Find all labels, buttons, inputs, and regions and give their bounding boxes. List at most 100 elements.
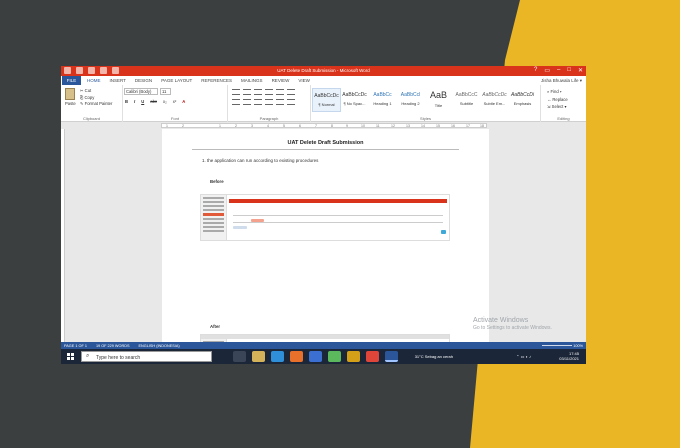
search-placeholder: Type here to search (96, 354, 141, 361)
clipboard-group: Paste ✂ Cut ⎘ Copy ✎ Format Painter Clip… (61, 85, 123, 122)
app-icon[interactable] (328, 351, 341, 362)
select-button[interactable]: ⇲ Select ▾ (547, 103, 568, 111)
font-group-label: Font (170, 116, 179, 121)
word-status-bar: PAGE 1 OF 1 19 OF 229 WORDS ENGLISH (IND… (61, 342, 586, 349)
numbering-icon[interactable] (243, 89, 251, 95)
style-emphasis[interactable]: AaBbCcDi Emphasis (508, 88, 537, 112)
vertical-ruler[interactable] (61, 129, 65, 342)
style-heading-1[interactable]: AaBbCc Heading 1 (368, 88, 397, 112)
line-spacing-icon[interactable] (276, 99, 284, 105)
search-icon: ⌕ (86, 353, 90, 359)
task-view-icon[interactable] (233, 351, 246, 362)
zoom-slider[interactable] (542, 345, 572, 346)
justify-icon[interactable] (265, 99, 273, 105)
style-no-spacing[interactable]: AaBbCcDc ¶ No Spac... (340, 88, 369, 112)
sort-icon[interactable] (287, 89, 295, 95)
step-text: 1. the application can run according to … (202, 158, 319, 163)
strikethrough-button[interactable]: abc (150, 99, 157, 104)
align-center-icon[interactable] (243, 99, 251, 105)
word-count[interactable]: 19 OF 229 WORDS (96, 344, 130, 348)
tab-view[interactable]: VIEW (298, 78, 310, 83)
font-size-select[interactable]: 11 (160, 88, 171, 95)
font-color-button[interactable]: A (182, 99, 185, 104)
title-bar: UAT Delete Draft Submission - Microsoft … (61, 66, 586, 76)
after-label: After (210, 324, 221, 329)
store-icon[interactable] (309, 351, 322, 362)
tab-file[interactable]: FILE (62, 76, 81, 85)
style-title[interactable]: AaB Title (424, 88, 453, 112)
horizontal-ruler[interactable]: 1 2 1 2 3 4 5 6 7 8 9 10 11 12 13 14 15 … (161, 123, 487, 128)
before-screenshot[interactable] (200, 194, 450, 241)
before-label: Before (210, 179, 224, 184)
align-left-icon[interactable] (232, 99, 240, 105)
shading-icon[interactable] (287, 99, 295, 105)
activate-windows-watermark: Activate Windows Go to Settings to activ… (473, 317, 552, 331)
screenshot-window: UAT Delete Draft Submission - Microsoft … (61, 66, 586, 364)
tab-mailings[interactable]: MAILINGS (241, 78, 263, 83)
list-buttons (232, 89, 295, 95)
paste-button[interactable]: Paste (65, 101, 76, 106)
minimize-button[interactable]: – (557, 67, 560, 74)
edge-icon[interactable] (271, 351, 284, 362)
window-controls: ? ▭ – □ ✕ (534, 67, 583, 74)
media-icon[interactable] (347, 351, 360, 362)
tab-page-layout[interactable]: PAGE LAYOUT (161, 78, 192, 83)
firefox-icon[interactable] (290, 351, 303, 362)
italic-button[interactable]: I (134, 99, 135, 104)
account-name[interactable]: Jisha Bhuwala Life ▾ (541, 78, 582, 84)
increase-indent-icon[interactable] (276, 89, 284, 95)
tab-design[interactable]: DESIGN (135, 78, 152, 83)
find-button[interactable]: ⌕ Find ▾ (547, 88, 568, 96)
word-taskbar-icon[interactable] (385, 351, 398, 362)
close-button[interactable]: ✕ (578, 67, 583, 74)
tab-insert[interactable]: INSERT (110, 78, 126, 83)
windows-start-icon[interactable] (67, 353, 74, 360)
zoom-level[interactable]: 100% (573, 344, 583, 348)
style-normal[interactable]: AaBbCcDc ¶ Normal (312, 88, 341, 112)
taskbar-search-box[interactable]: ⌕ Type here to search (81, 351, 212, 362)
format-painter-button[interactable]: ✎ Format Painter (80, 101, 112, 108)
help-button[interactable]: ? (534, 67, 537, 74)
ribbon-display-button[interactable]: ▭ (544, 67, 550, 74)
tray-icons[interactable]: ⌃ ▭ ◖ ♪ (516, 354, 531, 359)
maximize-button[interactable]: □ (567, 67, 571, 74)
align-right-icon[interactable] (254, 99, 262, 105)
window-title: UAT Delete Draft Submission - Microsoft … (277, 68, 370, 73)
clock[interactable]: 17:45 03/11/2021 (539, 351, 579, 361)
clipboard-group-label: Clipboard (82, 116, 101, 121)
title-divider (192, 149, 459, 150)
chrome-icon[interactable] (366, 351, 379, 362)
paragraph-group: Paragraph (228, 85, 311, 122)
subscript-button[interactable]: x₂ (163, 99, 167, 104)
language-indicator[interactable]: ENGLISH (INDONESIA) (139, 344, 180, 348)
replace-button[interactable]: ↔ Replace (547, 96, 568, 104)
paste-icon[interactable] (65, 88, 75, 100)
bullets-icon[interactable] (232, 89, 240, 95)
underline-button[interactable]: U (141, 99, 144, 104)
before-sidebar (201, 195, 227, 240)
document-page[interactable]: UAT Delete Draft Submission 1. the appli… (162, 129, 489, 364)
editing-group-label: Editing (557, 116, 570, 121)
bold-button[interactable]: B (125, 99, 128, 104)
styles-group: AaBbCcDc ¶ Normal AaBbCcDc ¶ No Spac... … (311, 85, 541, 122)
windows-taskbar: ⌕ Type here to search 31°C Sebag an cera… (61, 349, 586, 364)
taskbar-apps (233, 351, 398, 362)
file-explorer-icon[interactable] (252, 351, 265, 362)
style-subtle-emphasis[interactable]: AaBbCcDc Subtle Em... (480, 88, 509, 112)
tab-references[interactable]: REFERENCES (201, 78, 232, 83)
style-subtitle[interactable]: AaBbCcC Subtitle (452, 88, 481, 112)
weather-widget[interactable]: 31°C Sebag an cerah (415, 354, 453, 359)
ribbon-tabs: FILE HOME INSERT DESIGN PAGE LAYOUT REFE… (61, 76, 586, 85)
tab-review[interactable]: REVIEW (272, 78, 290, 83)
paragraph-group-label: Paragraph (259, 116, 279, 121)
before-header-bar (229, 199, 447, 203)
superscript-button[interactable]: x² (173, 99, 177, 104)
tab-home[interactable]: HOME (87, 78, 101, 83)
page-count[interactable]: PAGE 1 OF 1 (64, 344, 87, 348)
multilevel-list-icon[interactable] (254, 89, 262, 95)
style-heading-2[interactable]: AaBbCcl Heading 2 (396, 88, 425, 112)
decrease-indent-icon[interactable] (265, 89, 273, 95)
before-status-chip (251, 219, 264, 222)
font-name-select[interactable]: Calibri (Body) (124, 88, 158, 95)
after-browser-bar (201, 335, 449, 339)
